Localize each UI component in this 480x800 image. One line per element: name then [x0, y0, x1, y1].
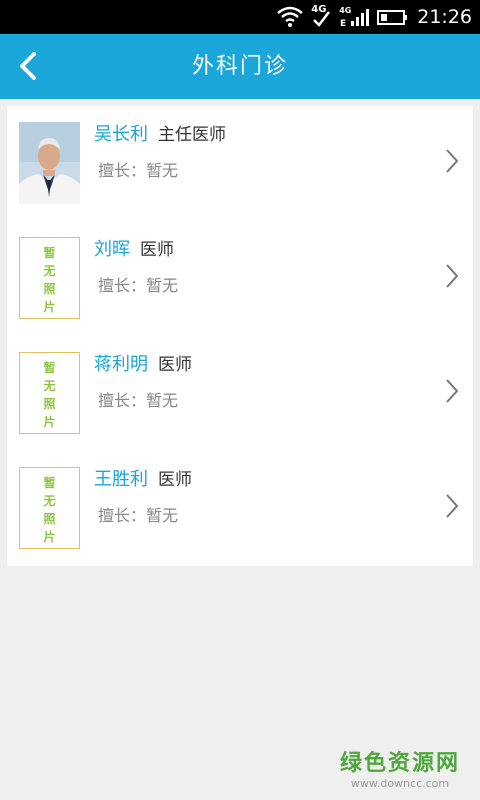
status-bar: 4G 4G E 21:26	[0, 0, 480, 34]
doctor-item-1[interactable]: 吴长利 主任医师 擅长：暂无	[7, 106, 473, 221]
placeholder-char: 无	[43, 264, 56, 278]
doctor-name-text: 吴长利	[94, 124, 148, 145]
placeholder-char: 照	[43, 282, 56, 296]
placeholder-char: 暂	[43, 361, 56, 375]
battery-icon	[377, 10, 408, 25]
placeholder-char: 片	[43, 300, 56, 314]
doctor-role: 医师	[140, 240, 174, 260]
placeholder-text: 暂 无 照 片	[20, 474, 79, 546]
doctor-specialty: 擅长：暂无	[98, 391, 179, 410]
doctor-name-text: 王胜利	[94, 469, 148, 490]
placeholder-char: 无	[43, 494, 56, 508]
wifi-icon	[277, 6, 304, 27]
watermark-title: 绿色资源网	[339, 751, 460, 776]
doctor-name-text: 蒋利明	[94, 354, 148, 375]
placeholder-char: 片	[43, 415, 56, 429]
doctor-name-text: 刘晖	[94, 239, 130, 260]
chevron-right-icon	[446, 379, 459, 403]
chevron-right-icon	[446, 149, 459, 173]
doctor-item-3[interactable]: 暂 无 照 片 蒋利明 医师 擅长：暂无	[7, 336, 473, 451]
no-photo-placeholder: 暂 无 照 片	[19, 467, 80, 549]
doctor-specialty: 擅长：暂无	[98, 276, 179, 295]
placeholder-char: 无	[43, 379, 56, 393]
watermark-url: www.downcc.com	[350, 777, 450, 790]
doctor-item-4[interactable]: 暂 无 照 片 王胜利 医师 擅长：暂无	[7, 451, 473, 566]
no-photo-placeholder: 暂 无 照 片	[19, 237, 80, 319]
placeholder-text: 暂 无 照 片	[20, 244, 79, 316]
placeholder-char: 暂	[43, 476, 56, 490]
clock: 21:26	[417, 6, 472, 28]
doctor-role: 医师	[158, 355, 192, 375]
doctor-specialty: 擅长：暂无	[98, 161, 179, 180]
no-photo-placeholder: 暂 无 照 片	[19, 352, 80, 434]
chevron-right-icon	[446, 494, 459, 518]
doctor-item-2[interactable]: 暂 无 照 片 刘晖 医师 擅长：暂无	[7, 221, 473, 336]
doctor-name: 王胜利 医师	[94, 465, 192, 491]
doctor-role: 医师	[158, 470, 192, 490]
doctor-photo	[19, 122, 80, 204]
header-bar: 外科门诊	[0, 34, 480, 99]
network-4g-icon: 4G	[311, 4, 331, 28]
doctor-name: 刘晖 医师	[94, 235, 174, 261]
placeholder-char: 照	[43, 397, 56, 411]
page-title: 外科门诊	[191, 54, 288, 79]
placeholder-char: 片	[43, 530, 56, 544]
svg-text:E: E	[340, 19, 346, 28]
doctor-name: 蒋利明 医师	[94, 350, 192, 376]
watermark: 绿色资源网 www.downcc.com	[340, 745, 460, 790]
doctor-list: 吴长利 主任医师 擅长：暂无 暂 无 照 片 刘晖 医师 擅长：暂无 暂 无 照…	[7, 106, 473, 566]
doctor-specialty: 擅长：暂无	[98, 506, 179, 525]
placeholder-char: 暂	[43, 246, 56, 260]
doctor-role: 主任医师	[158, 125, 226, 145]
placeholder-text: 暂 无 照 片	[20, 359, 79, 431]
placeholder-char: 照	[43, 512, 56, 526]
chevron-right-icon	[446, 264, 459, 288]
signal-icon: 4G E	[339, 6, 370, 28]
doctor-name: 吴长利 主任医师	[94, 120, 226, 146]
